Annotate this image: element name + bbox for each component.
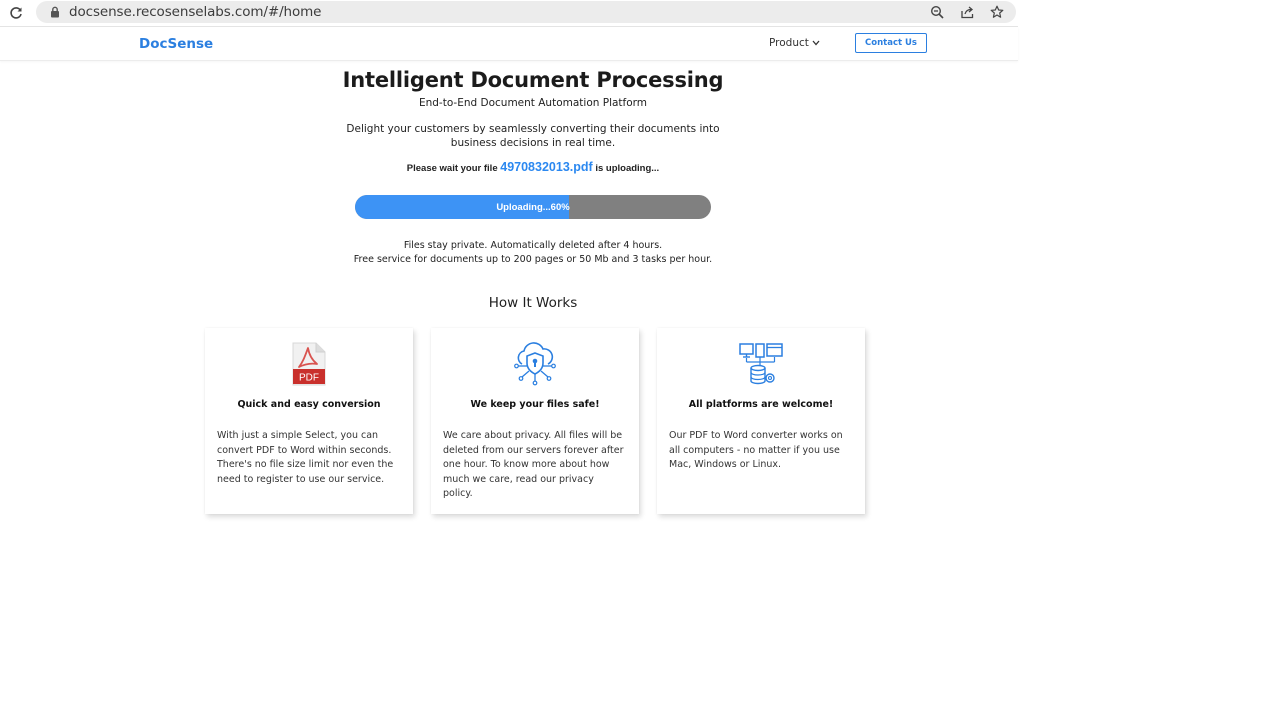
upload-file-name: 4970832013.pdf [500, 160, 593, 174]
feature-card-text: With just a simple Select, you can conve… [217, 430, 394, 485]
feature-card-security: We keep your files safe! We care about p… [431, 328, 639, 514]
upload-prefix: Please wait your file [406, 163, 498, 174]
upload-status-message: Please wait your file 4970832013.pdf is … [333, 160, 733, 174]
contact-us-button[interactable]: Contact Us [855, 33, 927, 53]
zoom-out-icon[interactable] [929, 4, 945, 20]
cloud-security-icon [514, 342, 556, 386]
nav-product-label: Product [769, 37, 809, 49]
platforms-icon [739, 343, 783, 385]
feature-card-title: All platforms are welcome! [688, 399, 834, 410]
site-header: DocSense Product Contact Us [0, 27, 1018, 61]
feature-card-text: Our PDF to Word converter works on all c… [669, 430, 843, 470]
hero-description-line2: business decisions in real time. [450, 137, 616, 149]
url-text[interactable]: docsense.recosenselabs.com/#/home [69, 4, 321, 20]
brand-logo[interactable]: DocSense [139, 36, 213, 52]
reload-icon[interactable] [6, 3, 26, 23]
browser-toolbar: docsense.recosenselabs.com/#/home [0, 0, 1018, 27]
feature-card-conversion: PDF Quick and easy conversion With just … [205, 328, 413, 514]
feature-card-text: We care about privacy. All files will be… [443, 430, 624, 499]
feature-card-platforms: All platforms are welcome! Our PDF to Wo… [657, 328, 865, 514]
pdf-icon: PDF [292, 342, 326, 386]
page-subtitle: End-to-End Document Automation Platform [418, 97, 648, 109]
lock-icon [51, 6, 59, 18]
share-icon[interactable] [959, 4, 975, 20]
privacy-note: Files stay private. Automatically delete… [403, 240, 663, 251]
chevron-down-icon [812, 40, 820, 46]
address-bar[interactable]: docsense.recosenselabs.com/#/home [36, 1, 1016, 23]
upload-progress-label: Uploading...60% [496, 201, 570, 213]
svg-text:PDF: PDF [299, 373, 319, 384]
upload-suffix: is uploading... [595, 163, 660, 174]
hero-description-line1: Delight your customers by seamlessly con… [346, 123, 720, 135]
feature-card-title: We keep your files safe! [470, 399, 600, 410]
star-icon[interactable] [989, 4, 1005, 20]
page-title: Intelligent Document Processing [342, 68, 724, 92]
hero-description: Delight your customers by seamlessly con… [333, 122, 733, 150]
how-it-works-title: How It Works [488, 295, 578, 311]
nav-product-menu[interactable]: Product [769, 37, 820, 49]
feature-card-title: Quick and easy conversion [237, 399, 381, 410]
upload-progress-bar: Uploading...60% [355, 195, 711, 219]
limits-note: Free service for documents up to 200 pag… [353, 254, 713, 265]
